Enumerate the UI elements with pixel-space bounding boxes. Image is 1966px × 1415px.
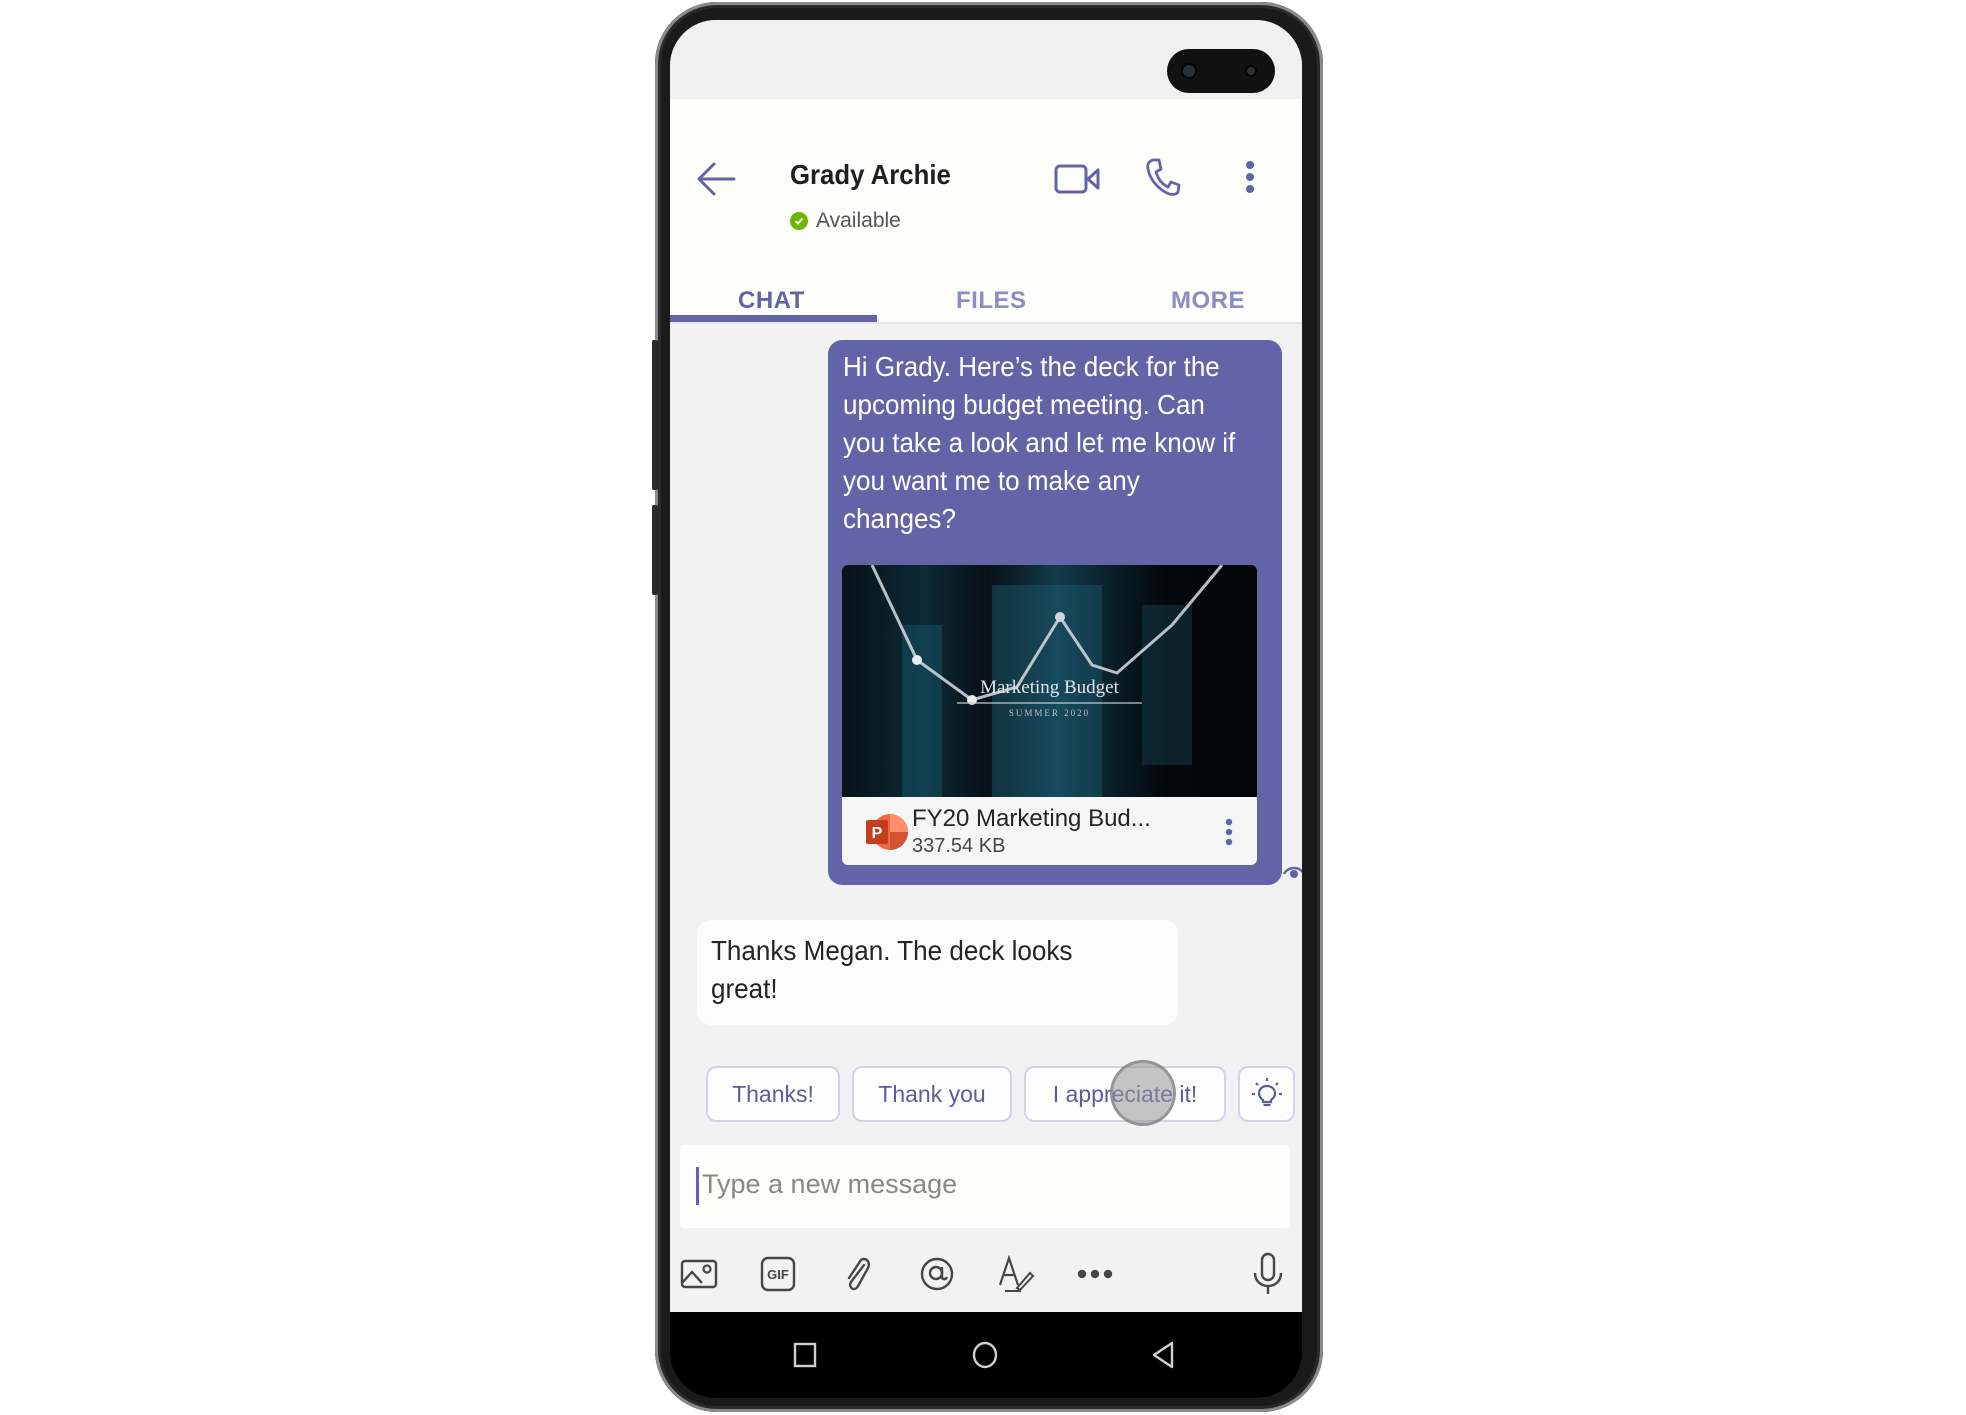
more-vertical-icon — [1246, 161, 1254, 193]
back-nav-button[interactable] — [1138, 1330, 1188, 1380]
voice-message-button[interactable] — [1244, 1250, 1292, 1298]
tab-files[interactable]: FILES — [956, 287, 1027, 315]
presence-status: Available — [790, 209, 901, 233]
suggested-reply-thanks[interactable]: Thanks! — [706, 1066, 840, 1122]
tab-more[interactable]: MORE — [1171, 287, 1245, 315]
available-check-icon — [790, 212, 808, 230]
sent-message-bubble[interactable]: Hi Grady. Here’s the deck for the upcomi… — [828, 340, 1282, 885]
gif-button[interactable]: GIF — [754, 1250, 802, 1298]
preview-title: Marketing Budget — [980, 677, 1119, 698]
attach-button[interactable] — [833, 1250, 881, 1298]
front-camera — [1167, 49, 1275, 93]
file-options-button[interactable] — [1214, 811, 1244, 853]
contact-name[interactable]: Grady Archie — [790, 159, 951, 191]
arrow-left-icon — [697, 162, 736, 196]
file-attachment[interactable]: P FY20 Marketing Bud... 337.54 KB — [842, 797, 1257, 865]
microphone-icon — [1253, 1252, 1283, 1294]
more-horizontal-icon — [1077, 1269, 1113, 1279]
file-size: 337.54 KB — [912, 835, 1006, 857]
back-button[interactable] — [688, 151, 744, 207]
format-button[interactable] — [992, 1250, 1040, 1298]
suggested-reply-thank-you[interactable]: Thank you — [852, 1066, 1012, 1122]
touch-indicator — [1110, 1060, 1176, 1126]
back-triangle-icon — [1152, 1341, 1174, 1369]
image-icon — [680, 1259, 718, 1289]
recents-button[interactable] — [780, 1330, 830, 1380]
more-actions-button[interactable] — [1071, 1250, 1119, 1298]
preview-subtitle: SUMMER 2020 — [1008, 708, 1091, 718]
audio-call-button[interactable] — [1135, 149, 1191, 205]
message-text: Thanks Megan. The deck looks great! — [711, 935, 1073, 1004]
received-message-bubble[interactable]: Thanks Megan. The deck looks great! — [697, 920, 1178, 1025]
suggestions-button[interactable] — [1238, 1066, 1295, 1122]
gif-icon: GIF — [760, 1256, 796, 1292]
message-input-placeholder: Type a new message — [702, 1169, 958, 1199]
chat-header: Grady Archie Available CHAT FILES MORE — [670, 99, 1302, 323]
volume-button — [652, 340, 658, 490]
file-name[interactable]: FY20 Marketing Bud... — [912, 805, 1151, 833]
lightbulb-icon — [1251, 1078, 1282, 1107]
more-options-button[interactable] — [1230, 149, 1270, 205]
video-camera-icon — [1054, 164, 1100, 194]
format-icon — [998, 1255, 1035, 1292]
svg-text:GIF: GIF — [767, 1267, 789, 1282]
video-call-button[interactable] — [1050, 151, 1106, 207]
insert-image-button[interactable] — [675, 1250, 723, 1298]
home-button[interactable] — [960, 1330, 1010, 1380]
mention-button[interactable] — [913, 1250, 961, 1298]
mention-icon — [920, 1257, 954, 1291]
more-vertical-icon — [1225, 818, 1233, 846]
app-screen: Grady Archie Available CHAT FILES MORE H… — [670, 20, 1302, 1312]
text-caret — [696, 1167, 699, 1205]
powerpoint-icon: P — [864, 811, 908, 853]
message-input[interactable]: Type a new message — [680, 1145, 1290, 1228]
bixby-button — [652, 505, 658, 595]
home-icon — [972, 1341, 998, 1369]
attach-icon — [847, 1257, 870, 1291]
recents-icon — [793, 1342, 817, 1368]
system-navigation-bar — [670, 1312, 1302, 1398]
phone-icon — [1146, 158, 1181, 196]
attachment-preview[interactable]: Marketing Budget SUMMER 2020 — [842, 565, 1257, 797]
svg-text:P: P — [872, 825, 883, 842]
message-text: Hi Grady. Here’s the deck for the upcomi… — [843, 351, 1236, 534]
seen-eye-icon — [1281, 862, 1302, 880]
status-text: Available — [816, 209, 901, 232]
header-divider — [670, 322, 1302, 324]
tab-chat[interactable]: CHAT — [738, 287, 805, 315]
active-tab-indicator — [670, 315, 877, 322]
